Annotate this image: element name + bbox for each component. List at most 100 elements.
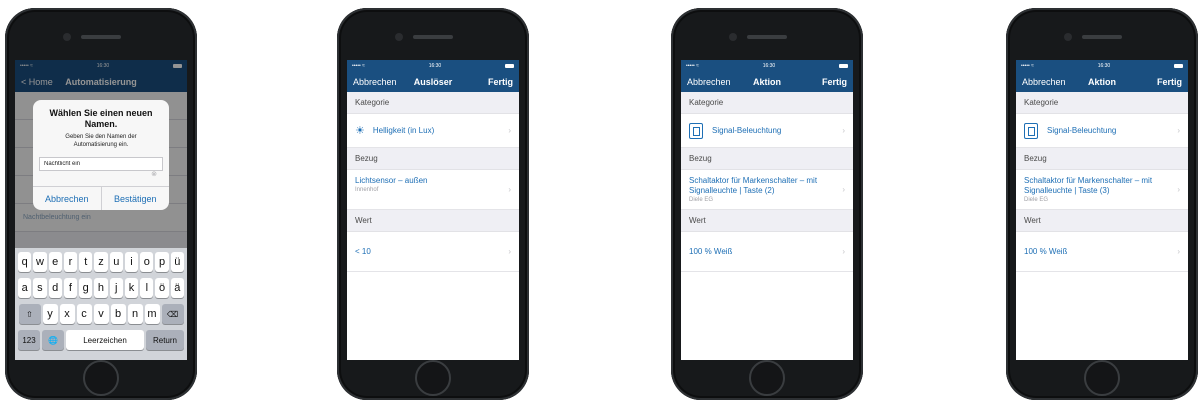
name-input[interactable] xyxy=(39,157,163,171)
battery-icon xyxy=(505,64,514,68)
phone-frame-1: ••••• ≈ 16:30 < Home Automatisierung Nac… xyxy=(5,8,197,400)
category-value: Signal-Beleuchtung xyxy=(1047,126,1117,135)
key[interactable]: f xyxy=(63,278,78,298)
value-text: < 10 xyxy=(355,247,371,256)
reference-subtitle: Diele EG xyxy=(1024,197,1049,203)
numbers-key[interactable]: 123 xyxy=(18,330,40,350)
screen-action: ••••• ≈ 16:30 Abbrechen Aktion Fertig Ka… xyxy=(1016,60,1188,360)
done-button[interactable]: Fertig xyxy=(488,77,513,87)
key[interactable]: v xyxy=(93,304,109,324)
section-header-reference: Bezug xyxy=(1016,148,1188,170)
clear-input-icon[interactable]: ⊗ xyxy=(151,170,157,178)
key[interactable]: r xyxy=(63,252,78,272)
category-cell[interactable]: ☀ Helligkeit (in Lux) › xyxy=(347,114,519,148)
reference-title: Lichtsensor – außen xyxy=(355,176,428,185)
clock: 16:30 xyxy=(1097,63,1111,69)
category-cell[interactable]: Signal-Beleuchtung › xyxy=(1016,114,1188,148)
reference-subtitle: Innenhof xyxy=(355,187,379,193)
key[interactable]: a xyxy=(18,278,32,298)
key[interactable]: ü xyxy=(170,252,184,272)
key[interactable]: y xyxy=(42,304,58,324)
section-header-category: Kategorie xyxy=(681,92,853,114)
cancel-button[interactable]: Abbrechen xyxy=(687,77,731,87)
signal-light-icon xyxy=(1024,122,1038,139)
key[interactable]: q xyxy=(18,252,32,272)
value-cell[interactable]: 100 % Weiß › xyxy=(1016,232,1188,272)
chevron-right-icon: › xyxy=(842,184,845,194)
alert-buttons: Abbrechen Bestätigen xyxy=(33,186,169,210)
home-button[interactable] xyxy=(749,360,785,396)
delete-key-icon[interactable]: ⌫ xyxy=(161,304,184,324)
key[interactable]: z xyxy=(94,252,108,272)
key[interactable]: n xyxy=(127,304,143,324)
key[interactable]: b xyxy=(110,304,126,324)
space-key[interactable]: Leerzeichen xyxy=(66,330,144,350)
keyboard-row-2: a s d f g h j k l ö ä xyxy=(17,278,185,298)
reference-subtitle: Diele EG xyxy=(689,197,714,203)
key[interactable]: d xyxy=(48,278,62,298)
rename-alert: Wählen Sie einen neuen Namen. Geben Sie … xyxy=(33,100,169,210)
reference-cell[interactable]: Schaltaktor für Markenschalter – mit Sig… xyxy=(1016,170,1188,210)
home-button[interactable] xyxy=(415,360,451,396)
nav-bar: Abbrechen Auslöser Fertig xyxy=(347,72,519,92)
sun-icon: ☀ xyxy=(355,125,365,137)
screen-action: ••••• ≈ 16:30 Abbrechen Aktion Fertig Ka… xyxy=(681,60,853,360)
key[interactable]: w xyxy=(33,252,47,272)
key[interactable]: u xyxy=(109,252,123,272)
category-value: Helligkeit (in Lux) xyxy=(372,126,435,135)
key[interactable]: e xyxy=(48,252,62,272)
section-header-value: Wert xyxy=(347,210,519,232)
value-cell[interactable]: < 10 › xyxy=(347,232,519,272)
cancel-button[interactable]: Abbrechen xyxy=(1022,77,1066,87)
reference-cell[interactable]: Schaltaktor für Markenschalter – mit Sig… xyxy=(681,170,853,210)
confirm-button[interactable]: Bestätigen xyxy=(100,187,170,210)
speaker xyxy=(747,35,787,39)
speaker xyxy=(81,35,121,39)
nav-bar: Abbrechen Aktion Fertig xyxy=(681,72,853,92)
camera xyxy=(395,33,403,41)
cancel-button[interactable]: Abbrechen xyxy=(33,187,101,210)
reference-title: Schaltaktor für Markenschalter – mit Sig… xyxy=(1024,176,1153,195)
screen-trigger: ••••• ≈ 16:30 Abbrechen Auslöser Fertig … xyxy=(347,60,519,360)
return-key[interactable]: Return xyxy=(146,330,184,350)
key[interactable]: m xyxy=(144,304,160,324)
category-cell[interactable]: Signal-Beleuchtung › xyxy=(681,114,853,148)
key[interactable]: i xyxy=(124,252,139,272)
shift-key-icon[interactable]: ⇧ xyxy=(18,304,41,324)
camera xyxy=(729,33,737,41)
done-button[interactable]: Fertig xyxy=(1157,77,1182,87)
reference-cell[interactable]: Lichtsensor – außen Innenhof › xyxy=(347,170,519,210)
key[interactable]: t xyxy=(79,252,93,272)
key[interactable]: p xyxy=(155,252,169,272)
key[interactable]: l xyxy=(140,278,154,298)
key[interactable]: k xyxy=(124,278,139,298)
key[interactable]: g xyxy=(79,278,93,298)
key[interactable]: s xyxy=(33,278,47,298)
key[interactable]: ä xyxy=(170,278,184,298)
key[interactable]: j xyxy=(109,278,123,298)
camera xyxy=(63,33,71,41)
key[interactable]: o xyxy=(140,252,154,272)
keyboard-row-1: q w e r t z u i o p ü xyxy=(17,252,185,272)
cancel-button[interactable]: Abbrechen xyxy=(353,77,397,87)
home-button[interactable] xyxy=(83,360,119,396)
globe-key-icon[interactable]: 🌐 xyxy=(42,330,64,350)
chevron-right-icon: › xyxy=(842,246,845,256)
done-button[interactable]: Fertig xyxy=(822,77,847,87)
value-text: 100 % Weiß xyxy=(1024,247,1068,256)
alert-title: Wählen Sie einen neuen Namen. xyxy=(49,108,153,129)
keyboard: q w e r t z u i o p ü a s d f g h j k l … xyxy=(15,248,187,360)
chevron-right-icon: › xyxy=(1177,184,1180,194)
key[interactable]: h xyxy=(94,278,108,298)
home-button[interactable] xyxy=(1084,360,1120,396)
signal-indicator: ••••• ≈ xyxy=(686,63,699,69)
key[interactable]: c xyxy=(76,304,92,324)
value-cell[interactable]: 100 % Weiß › xyxy=(681,232,853,272)
clock: 16:30 xyxy=(428,63,442,69)
battery-icon xyxy=(839,64,848,68)
category-value: Signal-Beleuchtung xyxy=(712,126,782,135)
status-bar: ••••• ≈ 16:30 xyxy=(681,60,853,72)
key[interactable]: ö xyxy=(155,278,169,298)
key[interactable]: x xyxy=(59,304,75,324)
section-header-reference: Bezug xyxy=(681,148,853,170)
